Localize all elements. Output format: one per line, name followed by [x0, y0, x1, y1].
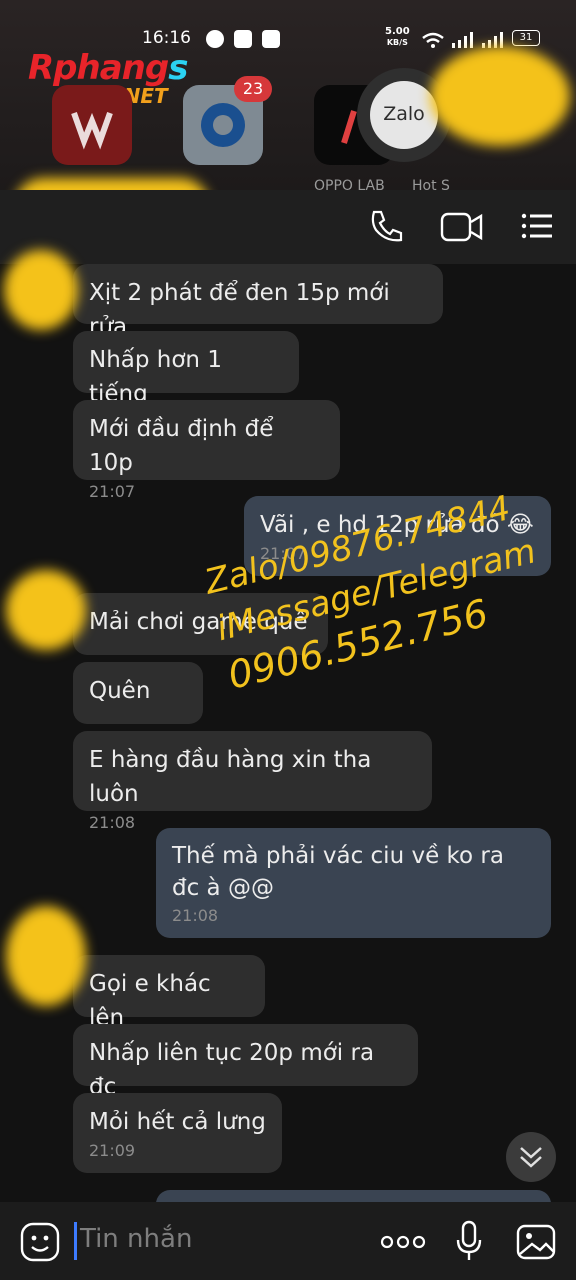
menu-icon[interactable] — [518, 206, 558, 246]
signal-icon — [452, 32, 473, 48]
redaction-blob — [430, 46, 570, 146]
logo-name-main: Rphang — [28, 48, 169, 88]
message-bubble[interactable]: Xịt 2 phát để đen 15p mới rửa — [73, 264, 443, 340]
message-time: 21:08 — [172, 906, 219, 925]
message-bubble[interactable]: E hàng đầu hàng xin tha luôn 21:08 — [73, 731, 432, 832]
wps-icon — [71, 111, 113, 150]
message-text: Thế mà phải vác ciu về ko ra đc à @@ — [172, 843, 504, 901]
network-speed-value: 5.00 — [385, 26, 410, 37]
message-text: E hàng đầu hàng xin tha luôn — [89, 747, 372, 807]
avatar — [4, 250, 78, 330]
message-bubble-sent[interactable]: Thế mà phải vác ciu về ko ra đc à @@ 21:… — [156, 828, 551, 938]
message-text: Nhấp hơn 1 tiếng — [89, 347, 222, 407]
message-bubble[interactable]: Mới đầu định để 10p 21:07 — [73, 400, 340, 501]
chat-header — [0, 190, 576, 264]
phone-icon[interactable] — [366, 206, 406, 246]
message-bubble[interactable]: Gọi e khác lên — [73, 955, 265, 1031]
scroll-down-button[interactable] — [506, 1132, 556, 1182]
network-speed: 5.00 KB/S — [385, 26, 410, 48]
message-bubble[interactable]: Mỏi hết cả lưng 21:09 — [73, 1093, 282, 1173]
notification-badge: 23 — [234, 76, 272, 102]
message-bubble[interactable]: Nhấp hơn 1 tiếng — [73, 331, 299, 407]
message-text: Nhấp liên tục 20p mới ra đc — [89, 1040, 375, 1100]
text-cursor — [74, 1222, 77, 1260]
zalo-label: Zalo — [370, 81, 438, 149]
messenger-icon — [206, 30, 224, 48]
message-bubble[interactable]: Quên — [73, 662, 203, 724]
microphone-icon[interactable] — [454, 1220, 484, 1264]
zalo-notification-icon — [262, 30, 280, 48]
message-text: Quên — [89, 678, 151, 704]
status-time: 16:16 — [142, 28, 191, 48]
more-icon[interactable] — [380, 1232, 426, 1252]
scroll-down-icon — [520, 1147, 542, 1168]
wifi-icon — [422, 32, 444, 48]
message-text: Mới đầu định để 10p — [89, 416, 274, 476]
message-text: Gọi e khác lên — [89, 971, 211, 1031]
message-bubble[interactable]: Nhấp liên tục 20p mới ra đc — [73, 1024, 418, 1100]
emoji-icon[interactable] — [20, 1222, 60, 1262]
battery-icon: 31 — [512, 30, 540, 46]
message-time: 21:09 — [89, 1141, 136, 1160]
network-speed-unit: KB/S — [386, 38, 408, 47]
message-input[interactable]: Tin nhắn — [80, 1224, 192, 1254]
message-text: Mỏi hết cả lưng — [89, 1109, 266, 1135]
wps-app-icon[interactable] — [52, 85, 132, 165]
youtube-icon — [234, 30, 252, 48]
avatar — [6, 570, 86, 650]
site-logo: Rphangs .NET — [28, 48, 188, 108]
video-call-icon[interactable] — [440, 206, 484, 246]
image-icon[interactable] — [516, 1222, 556, 1262]
logo-name-s: s — [168, 48, 188, 88]
avatar — [6, 906, 86, 1006]
